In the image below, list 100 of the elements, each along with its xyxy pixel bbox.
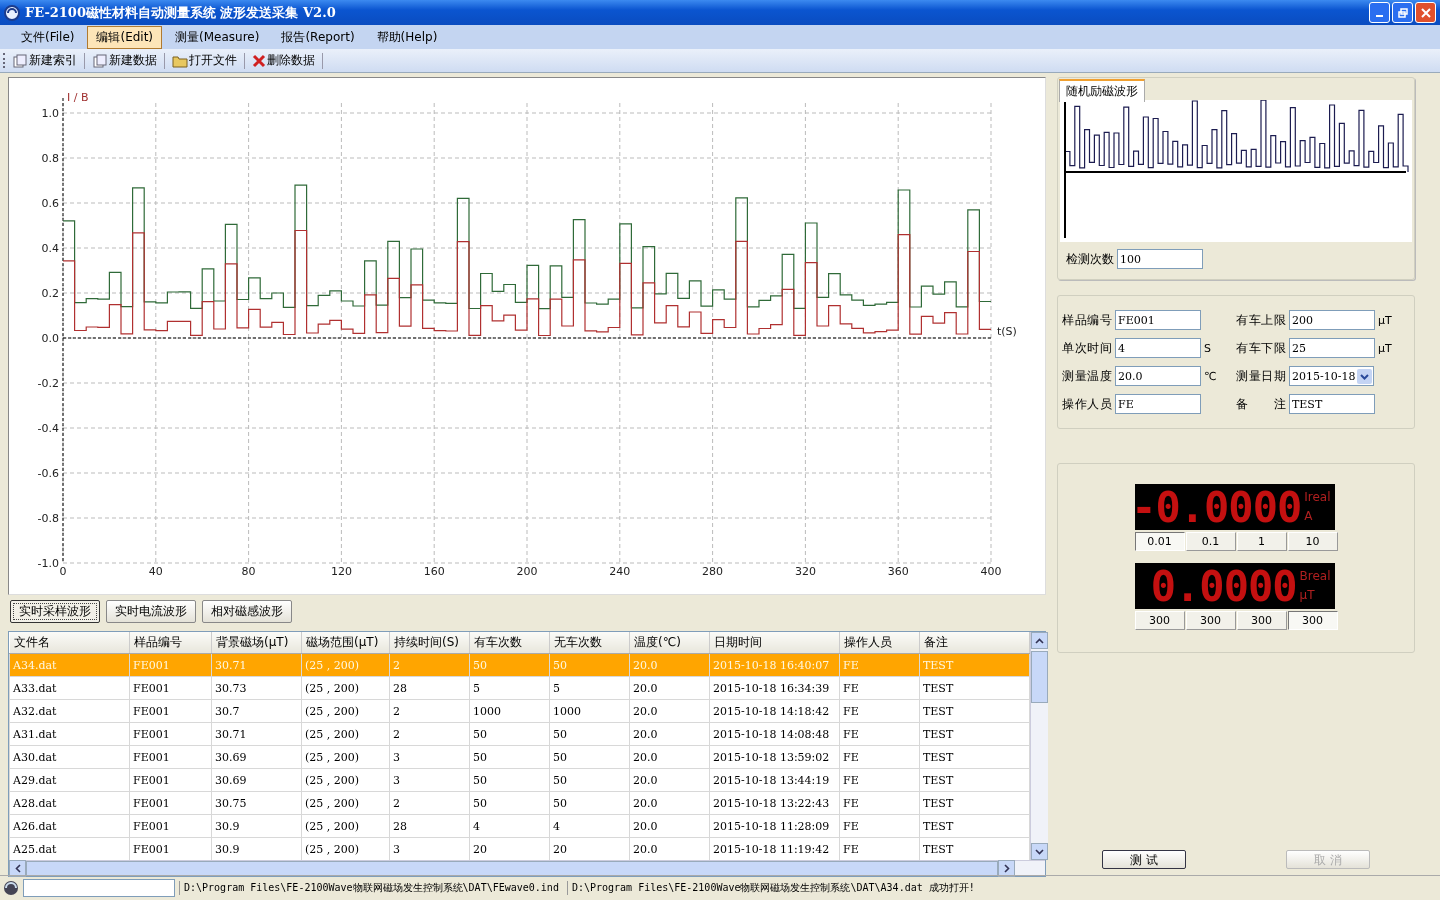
axis-tick-label: 400 [980, 565, 1002, 578]
table-row[interactable]: A32.dat FE001 30.7 (25 , 200) 2 1000 1000 20.0 2015-10-18 14:18:42 FE TEST [9, 699, 1030, 723]
column-header[interactable]: 操作人员 [839, 632, 920, 654]
table-cell: 3 [389, 745, 470, 769]
table-cell: (25 , 200) [301, 768, 390, 792]
table-cell: 1000 [549, 699, 630, 723]
menu-item[interactable]: 帮助(Help) [367, 25, 447, 49]
status-input-field[interactable] [23, 879, 175, 897]
range-button[interactable]: 0.01 [1134, 532, 1185, 551]
table-cell: 4 [469, 814, 550, 838]
led-unit: μT [1299, 587, 1316, 604]
scrollbar-thumb[interactable] [1031, 651, 1048, 703]
axis-tick-label: 0.6 [41, 197, 59, 210]
scroll-down-button[interactable] [1031, 843, 1048, 860]
field-label: 测量温度 [1062, 367, 1112, 385]
scroll-up-button[interactable] [1031, 632, 1048, 649]
table-row[interactable]: A33.dat FE001 30.73 (25 , 200) 28 5 5 20.0 2015-10-18 16:34:39 FE TEST [9, 676, 1030, 700]
table-cell: A34.dat [9, 653, 130, 677]
column-header[interactable]: 有车次数 [469, 632, 550, 654]
menu-item[interactable]: 编辑(Edit) [87, 25, 163, 49]
excitation-tab[interactable]: 随机励磁波形 [1059, 79, 1145, 102]
table-row[interactable]: A29.dat FE001 30.69 (25 , 200) 3 50 50 20.0 2015-10-18 13:44:19 FE TEST [9, 768, 1030, 792]
table-cell: 20.0 [629, 791, 710, 815]
table-cell: A30.dat [9, 745, 130, 769]
toolbar-button[interactable]: 新建数据 [90, 52, 159, 69]
table-cell: 30.7 [211, 699, 302, 723]
table-cell: 2015-10-18 13:22:43 [709, 791, 840, 815]
vertical-scrollbar[interactable] [1030, 632, 1048, 860]
range-button[interactable]: 300 [1236, 611, 1287, 630]
input-field[interactable]: 20.0 [1115, 366, 1201, 386]
toolbar-button[interactable]: 新建索引 [10, 52, 79, 69]
input-field[interactable]: 200 [1289, 310, 1375, 330]
action-button[interactable]: 测 试 [1102, 850, 1186, 869]
unit-label: ℃ [1204, 369, 1218, 383]
table-cell: TEST [919, 768, 1030, 792]
table-cell: 20.0 [629, 676, 710, 700]
input-field[interactable]: TEST [1289, 394, 1375, 414]
table-cell: 2015-10-18 16:34:39 [709, 676, 840, 700]
table-cell: 2015-10-18 13:59:02 [709, 745, 840, 769]
input-field[interactable]: 4 [1115, 338, 1201, 358]
new-document-icon [92, 53, 108, 68]
column-header[interactable]: 样品编号 [129, 632, 212, 654]
column-header[interactable]: 无车次数 [549, 632, 630, 654]
column-header[interactable]: 磁场范围(μT) [301, 632, 390, 654]
input-field[interactable]: FE001 [1115, 310, 1201, 330]
table-row[interactable]: A31.dat FE001 30.71 (25 , 200) 2 50 50 20.0 2015-10-18 14:08:48 FE TEST [9, 722, 1030, 746]
table-cell: 2015-10-18 16:40:07 [709, 653, 840, 677]
range-button[interactable]: 300 [1185, 611, 1236, 630]
range-button[interactable]: 1 [1236, 532, 1287, 551]
table-cell: 30.75 [211, 791, 302, 815]
menu-item[interactable]: 文件(File) [12, 25, 84, 49]
waveform-tab[interactable]: 实时采样波形 [10, 600, 100, 623]
waveform-tab[interactable]: 相对磁感波形 [202, 600, 292, 623]
table-cell: 50 [469, 745, 550, 769]
column-header[interactable]: 温度(℃) [629, 632, 710, 654]
table-cell: A31.dat [9, 722, 130, 746]
led-reading: -0.0000 [1131, 482, 1302, 532]
range-button[interactable]: 10 [1287, 532, 1338, 551]
unit-label: S [1204, 341, 1212, 355]
minimize-button[interactable] [1369, 2, 1390, 23]
maximize-button[interactable] [1392, 2, 1413, 23]
new-document-icon [12, 53, 28, 68]
column-header[interactable]: 背景磁场(μT) [211, 632, 302, 654]
axis-tick-label: 240 [609, 565, 631, 578]
table-row[interactable]: A30.dat FE001 30.69 (25 , 200) 3 50 50 20.0 2015-10-18 13:59:02 FE TEST [9, 745, 1030, 769]
table-cell: 2015-10-18 14:08:48 [709, 722, 840, 746]
range-button[interactable]: 300 [1134, 611, 1185, 630]
table-cell: 2 [389, 791, 470, 815]
table-cell: 50 [469, 768, 550, 792]
table-cell: 20.0 [629, 722, 710, 746]
scroll-left-button[interactable] [9, 860, 26, 877]
axis-tick-label: -0.6 [37, 467, 59, 480]
column-header[interactable]: 持续时间(S) [389, 632, 470, 654]
table-row[interactable]: A26.dat FE001 30.9 (25 , 200) 28 4 4 20.0 2015-10-18 11:28:09 FE TEST [9, 814, 1030, 838]
axis-tick-label: 80 [241, 565, 256, 578]
table-row[interactable]: A28.dat FE001 30.75 (25 , 200) 2 50 50 20.0 2015-10-18 13:22:43 FE TEST [9, 791, 1030, 815]
range-button[interactable]: 300 [1287, 611, 1338, 630]
waveform-tab[interactable]: 实时电流波形 [106, 600, 196, 623]
column-header[interactable]: 日期时间 [709, 632, 840, 654]
scroll-right-button[interactable] [998, 860, 1015, 877]
input-field[interactable]: 100 [1117, 249, 1203, 269]
column-header[interactable]: 文件名 [9, 632, 130, 654]
table-cell: (25 , 200) [301, 814, 390, 838]
field-label: 测量日期 [1236, 367, 1286, 385]
table-cell: TEST [919, 791, 1030, 815]
menu-item[interactable]: 测量(Measure) [166, 25, 269, 49]
table-cell: FE [839, 814, 920, 838]
unit-label: μT [1378, 341, 1393, 355]
input-field[interactable]: FE [1115, 394, 1201, 414]
range-button[interactable]: 0.1 [1185, 532, 1236, 551]
minimize-icon [1376, 14, 1383, 17]
column-header[interactable]: 备注 [919, 632, 1030, 654]
close-button[interactable] [1415, 2, 1436, 23]
toolbar-button[interactable]: 删除数据 [250, 52, 317, 69]
date-picker[interactable]: 2015-10-18 [1289, 366, 1374, 386]
menu-item[interactable]: 报告(Report) [272, 25, 364, 49]
toolbar-button[interactable]: 打开文件 [170, 52, 239, 69]
input-field[interactable]: 25 [1289, 338, 1375, 358]
table-cell: 3 [389, 768, 470, 792]
table-cell: FE [839, 722, 920, 746]
